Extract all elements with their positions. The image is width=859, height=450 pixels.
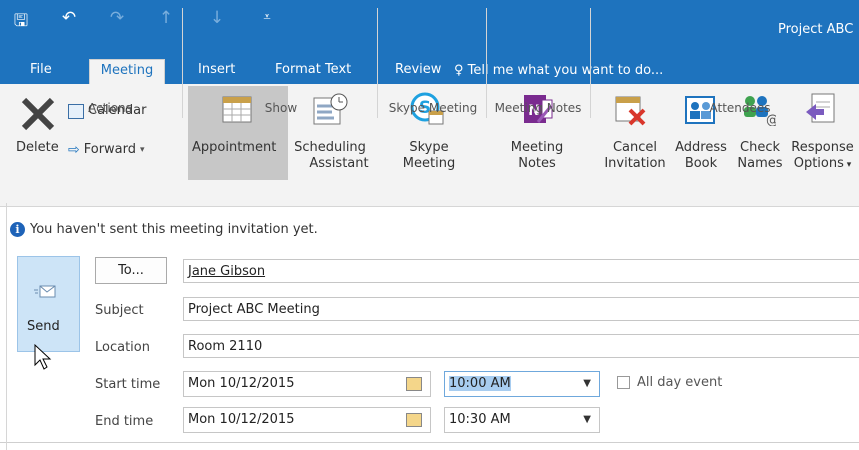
- chevron-down-icon: ▾: [140, 145, 145, 155]
- title-bar: [0, 0, 859, 56]
- start-date-field[interactable]: Mon 10/12/2015: [183, 371, 431, 397]
- skype-label-1: Skype: [409, 140, 449, 155]
- tab-format-text[interactable]: Format Text: [265, 59, 361, 84]
- separator: [486, 8, 487, 118]
- calendar-picker-icon[interactable]: [406, 413, 422, 427]
- end-time-label: End time: [95, 414, 154, 429]
- info-bar: i You haven't sent this meeting invitati…: [10, 222, 318, 237]
- cancel-invitation-icon[interactable]: [614, 94, 648, 126]
- cancel-label-1: Cancel: [612, 140, 658, 155]
- to-recipient[interactable]: Jane Gibson: [188, 264, 265, 279]
- customize-qat-icon[interactable]: ⩡: [256, 10, 278, 25]
- scheduling-assistant-button[interactable]: Scheduling Assistant: [290, 140, 370, 172]
- delete-icon[interactable]: [18, 94, 58, 134]
- group-meeting-notes: Meeting Notes: [494, 101, 582, 115]
- up-arrow-icon[interactable]: ↑: [155, 8, 177, 28]
- forward-label: Forward: [83, 142, 137, 157]
- group-attendees: Attendees: [709, 101, 771, 115]
- address-book-button[interactable]: Address Book: [671, 140, 731, 172]
- to-button[interactable]: To...: [95, 257, 167, 284]
- undo-icon[interactable]: ↶: [58, 8, 80, 28]
- subject-label: Subject: [95, 303, 144, 318]
- to-field[interactable]: Jane Gibson: [183, 259, 859, 283]
- body-divider: [0, 442, 859, 443]
- lightbulb-icon: ♀: [454, 63, 464, 78]
- address-label-2: Book: [684, 156, 718, 171]
- all-day-label: All day event: [637, 375, 723, 390]
- end-date-value: Mon 10/12/2015: [188, 412, 295, 427]
- cancel-label-2: Invitation: [604, 156, 666, 171]
- end-time-field[interactable]: 10:30 AM ▼: [444, 407, 600, 433]
- group-skype: Skype Meeting: [388, 101, 478, 115]
- start-time-field[interactable]: 10:00 AM ▼: [444, 371, 600, 397]
- cancel-invitation-button[interactable]: Cancel Invitation: [600, 140, 670, 172]
- info-text: You haven't sent this meeting invitation…: [30, 222, 318, 237]
- group-show: Show: [264, 101, 298, 115]
- info-icon: i: [10, 222, 25, 237]
- notes-label-1: Meeting: [510, 140, 564, 155]
- separator: [377, 8, 378, 118]
- redo-icon[interactable]: ↷: [106, 8, 128, 28]
- start-time-label: Start time: [95, 377, 161, 392]
- tab-file[interactable]: File: [20, 59, 62, 84]
- send-icon: [34, 284, 56, 298]
- tab-review[interactable]: Review: [385, 59, 451, 84]
- down-arrow-icon[interactable]: ↓: [206, 8, 228, 28]
- all-day-checkbox[interactable]: [617, 376, 630, 389]
- start-time-value: 10:00 AM: [449, 376, 511, 391]
- skype-meeting-button[interactable]: Skype Meeting: [394, 140, 464, 172]
- mouse-cursor-icon: [33, 343, 53, 373]
- notes-label-2: Notes: [518, 156, 556, 171]
- left-border: [6, 203, 7, 450]
- save-icon[interactable]: 🖫: [10, 8, 32, 37]
- chevron-down-icon[interactable]: ▼: [583, 408, 591, 431]
- meeting-notes-button[interactable]: Meeting Notes: [500, 140, 574, 172]
- end-time-value: 10:30 AM: [449, 412, 511, 427]
- send-button[interactable]: [17, 256, 80, 352]
- window-title: Project ABC: [778, 22, 854, 37]
- tab-insert[interactable]: Insert: [188, 59, 245, 84]
- send-label: Send: [27, 319, 60, 334]
- scheduling-label-2: Assistant: [309, 156, 369, 171]
- check-names-button[interactable]: Check Names: [735, 140, 785, 172]
- tell-me-text: Tell me what you want to do...: [467, 63, 664, 78]
- scheduling-label-1: Scheduling: [294, 140, 366, 155]
- check-label-1: Check: [740, 140, 780, 155]
- separator: [182, 8, 183, 118]
- chevron-down-icon: ▾: [843, 160, 852, 170]
- forward-icon: ⇨: [68, 142, 80, 158]
- end-date-field[interactable]: Mon 10/12/2015: [183, 407, 431, 433]
- separator: [590, 8, 591, 118]
- check-label-2: Names: [737, 156, 783, 171]
- response-options-button[interactable]: Response Options ▾: [786, 140, 859, 173]
- calendar-picker-icon[interactable]: [406, 377, 422, 391]
- group-actions: Actions: [88, 101, 132, 115]
- response-label-2: Options: [793, 156, 844, 171]
- skype-label-2: Meeting: [402, 156, 456, 171]
- start-date-value: Mon 10/12/2015: [188, 376, 295, 391]
- response-label-1: Response: [791, 140, 854, 155]
- chevron-down-icon[interactable]: ▼: [583, 372, 591, 395]
- location-field[interactable]: Room 2110: [183, 334, 859, 358]
- appointment-label: Appointment: [192, 140, 277, 155]
- location-label: Location: [95, 340, 150, 355]
- delete-button[interactable]: Delete: [16, 140, 59, 156]
- address-label-1: Address: [675, 140, 727, 155]
- subject-field[interactable]: Project ABC Meeting: [183, 297, 859, 321]
- tab-meeting[interactable]: Meeting: [89, 59, 165, 85]
- forward-button[interactable]: ⇨ Forward ▾: [68, 142, 145, 158]
